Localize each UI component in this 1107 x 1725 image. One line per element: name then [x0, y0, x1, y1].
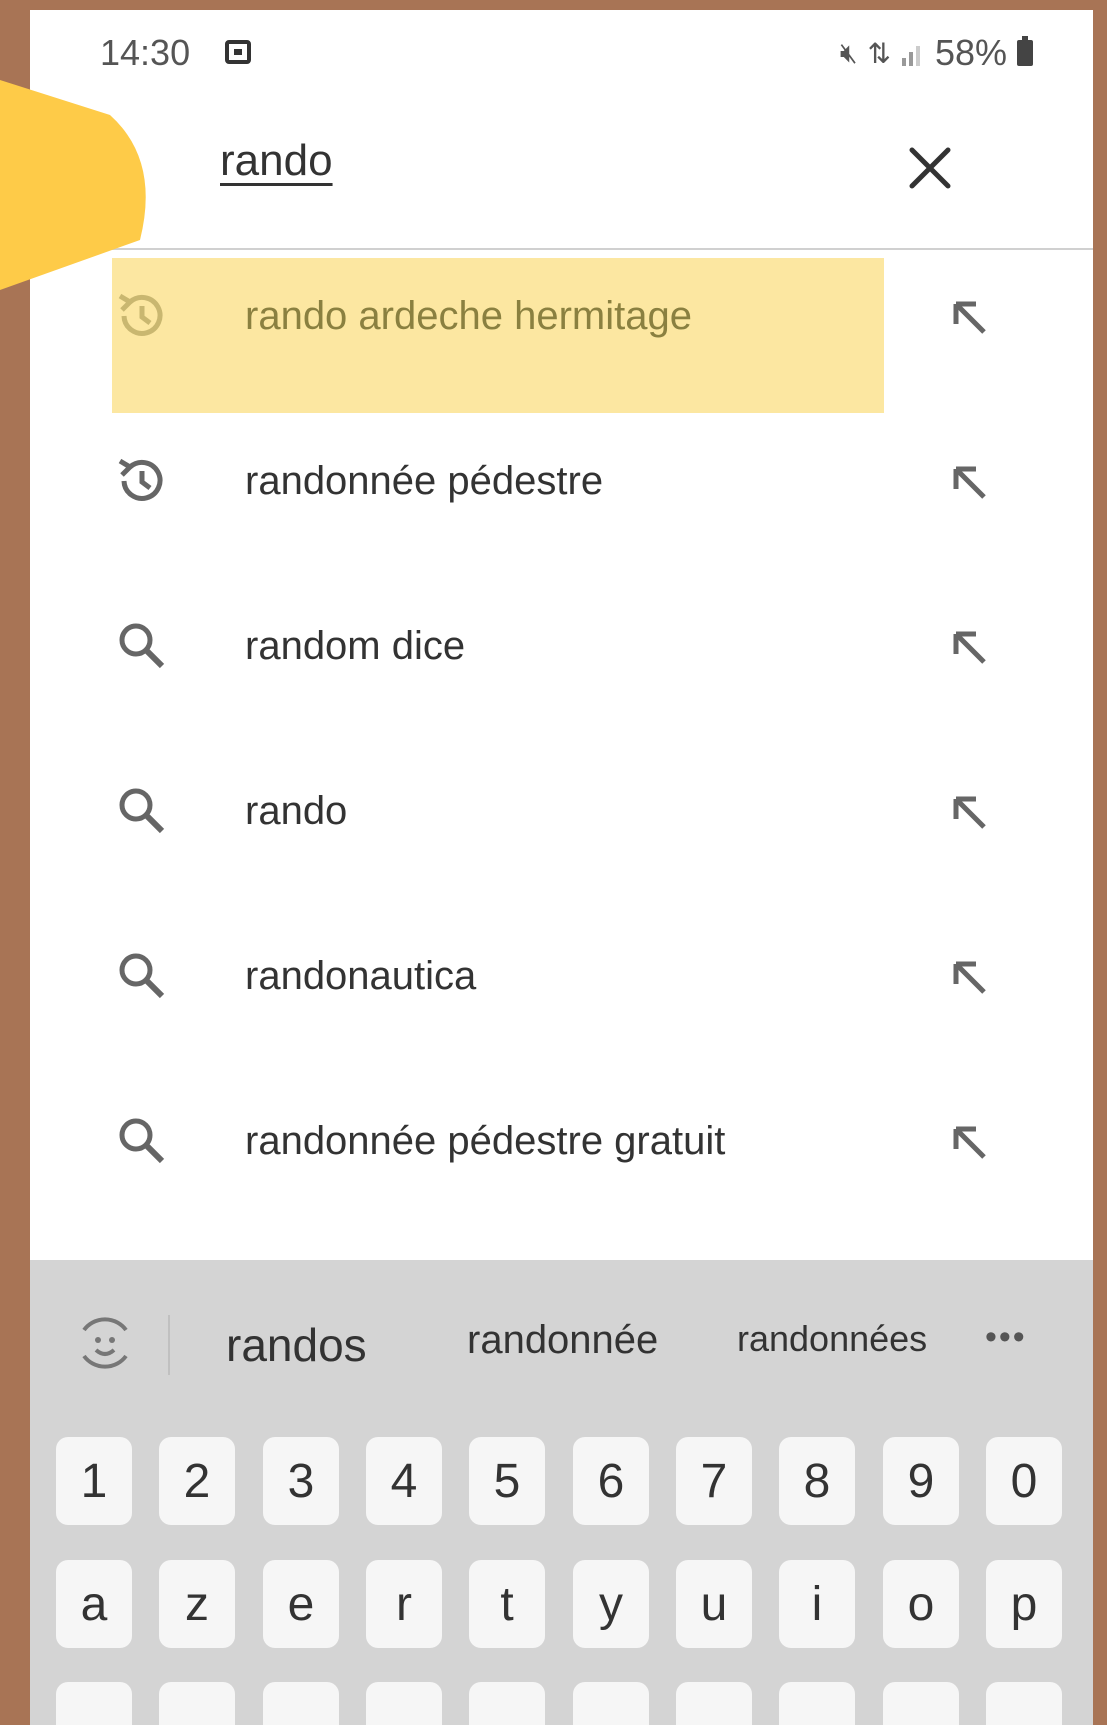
key-u[interactable]: u — [676, 1560, 752, 1648]
status-bar: 14:30 🔇︎ ⇅ 58% — [30, 10, 1093, 100]
key-y[interactable]: y — [573, 1560, 649, 1648]
key-9[interactable]: 9 — [883, 1437, 959, 1525]
key-row3[interactable] — [986, 1682, 1062, 1725]
key-o[interactable]: o — [883, 1560, 959, 1648]
word-suggestion[interactable]: randonnées — [737, 1318, 927, 1360]
fill-query-arrow-icon[interactable] — [940, 783, 1000, 843]
key-2[interactable]: 2 — [159, 1437, 235, 1525]
suggestion-item[interactable]: randonnée pédestre gratuit — [30, 1083, 1093, 1248]
key-7[interactable]: 7 — [676, 1437, 752, 1525]
fill-query-arrow-icon[interactable] — [940, 288, 1000, 348]
keyboard: randos randonnée randonnées ••• 1 2 3 4 … — [30, 1260, 1093, 1725]
more-suggestions-button[interactable]: ••• — [985, 1318, 1027, 1357]
key-5[interactable]: 5 — [469, 1437, 545, 1525]
key-p[interactable]: p — [986, 1560, 1062, 1648]
key-e[interactable]: e — [263, 1560, 339, 1648]
suggestion-list: rando ardeche hermitage randonnée pédest… — [30, 258, 1093, 1248]
key-4[interactable]: 4 — [366, 1437, 442, 1525]
key-0[interactable]: 0 — [986, 1437, 1062, 1525]
key-row3[interactable] — [573, 1682, 649, 1725]
key-a[interactable]: a — [56, 1560, 132, 1648]
suggestion-text: rando — [245, 789, 348, 833]
suggestion-item[interactable]: rando ardeche hermitage — [30, 258, 1093, 423]
word-suggestion[interactable]: randos — [226, 1318, 367, 1372]
key-t[interactable]: t — [469, 1560, 545, 1648]
suggestion-text: randonautica — [245, 954, 477, 998]
key-6[interactable]: 6 — [573, 1437, 649, 1525]
mute-icon: 🔇︎ — [839, 36, 858, 68]
key-1[interactable]: 1 — [56, 1437, 132, 1525]
fill-query-arrow-icon[interactable] — [940, 1113, 1000, 1173]
key-z[interactable]: z — [159, 1560, 235, 1648]
key-row3[interactable] — [469, 1682, 545, 1725]
data-transfer-icon: ⇅ — [867, 37, 891, 69]
key-row3[interactable] — [263, 1682, 339, 1725]
fill-query-arrow-icon[interactable] — [940, 453, 1000, 513]
highlight-arrow-shape — [0, 80, 146, 290]
search-icon — [112, 946, 172, 1006]
keyboard-suggestion-bar: randos randonnée randonnées ••• — [30, 1260, 1093, 1410]
fill-query-arrow-icon[interactable] — [940, 948, 1000, 1008]
suggestion-item[interactable]: random dice — [30, 588, 1093, 753]
suggestion-item[interactable]: randonautica — [30, 918, 1093, 1083]
key-r[interactable]: r — [366, 1560, 442, 1648]
divider — [168, 1315, 170, 1375]
signal-icon — [901, 46, 920, 66]
key-8[interactable]: 8 — [779, 1437, 855, 1525]
search-input[interactable]: rando — [220, 136, 333, 186]
emoji-icon[interactable] — [70, 1308, 140, 1378]
search-icon — [112, 616, 172, 676]
clear-search-button[interactable] — [890, 128, 970, 208]
key-row3[interactable] — [883, 1682, 959, 1725]
key-row3[interactable] — [366, 1682, 442, 1725]
phone-screen: 14:30 🔇︎ ⇅ 58% rando rando ardeche hermi… — [30, 10, 1093, 1725]
history-icon — [112, 286, 172, 346]
history-icon — [112, 451, 172, 511]
key-row3[interactable] — [676, 1682, 752, 1725]
search-bar: rando — [30, 100, 1093, 250]
key-row3[interactable] — [56, 1682, 132, 1725]
search-icon — [112, 781, 172, 841]
suggestion-text: rando ardeche hermitage — [245, 294, 692, 338]
suggestion-item[interactable]: randonnée pédestre — [30, 423, 1093, 588]
word-suggestion[interactable]: randonnée — [467, 1318, 658, 1363]
key-row3[interactable] — [779, 1682, 855, 1725]
close-icon — [909, 147, 951, 189]
battery-percentage: 58% — [934, 32, 1007, 73]
status-icons: 🔇︎ ⇅ 58% — [840, 32, 1033, 74]
suggestion-text: random dice — [245, 624, 466, 668]
search-icon — [112, 1111, 172, 1171]
key-3[interactable]: 3 — [263, 1437, 339, 1525]
key-i[interactable]: i — [779, 1560, 855, 1648]
key-row3[interactable] — [159, 1682, 235, 1725]
fill-query-arrow-icon[interactable] — [940, 618, 1000, 678]
suggestion-item[interactable]: rando — [30, 753, 1093, 918]
suggestion-text: randonnée pédestre — [245, 459, 604, 503]
status-time: 14:30 — [100, 32, 191, 73]
battery-icon — [1017, 36, 1033, 66]
screenshot-notification-icon — [225, 40, 251, 64]
suggestion-text: randonnée pédestre gratuit — [245, 1119, 726, 1163]
